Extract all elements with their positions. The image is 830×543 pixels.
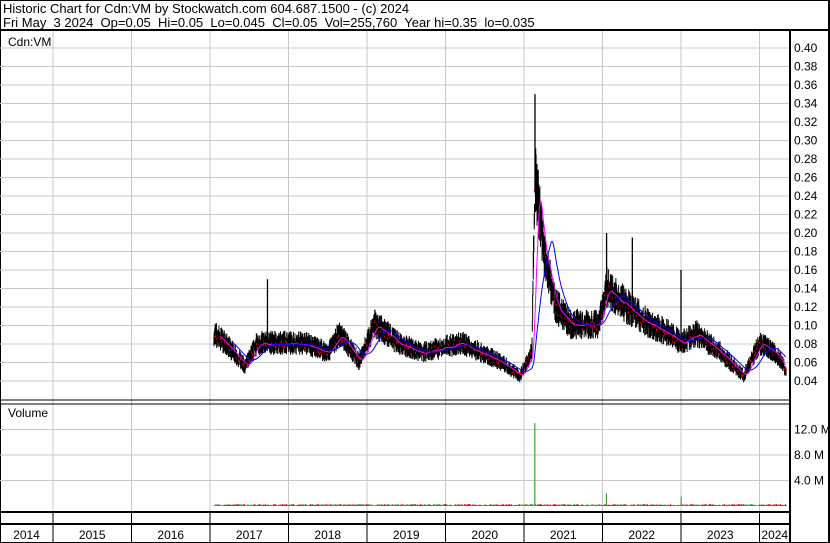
price-tick-label: 0.28 — [794, 152, 818, 166]
year-label: 2014 — [13, 528, 40, 542]
year-label: 2017 — [236, 528, 263, 542]
price-tick-label: 0.26 — [794, 171, 818, 185]
year-label: 2018 — [314, 528, 341, 542]
price-tick-label: 0.06 — [794, 356, 818, 370]
price-tick-label: 0.16 — [794, 263, 818, 277]
outer-frame — [0, 0, 830, 543]
price-tick-label: 0.20 — [794, 226, 818, 240]
price-tick-label: 0.38 — [794, 60, 818, 74]
price-tick-label: 0.40 — [794, 41, 818, 55]
chart-window: Historic Chart for Cdn:VM by Stockwatch.… — [0, 0, 830, 543]
price-tick-label: 0.14 — [794, 282, 818, 296]
price-tick-label: 0.10 — [794, 319, 818, 333]
price-tick-label: 0.30 — [794, 134, 818, 148]
volume-label: Volume — [8, 406, 48, 420]
price-tick-label: 0.34 — [794, 97, 818, 111]
year-label: 2021 — [550, 528, 577, 542]
year-label: 2023 — [707, 528, 734, 542]
price-tick-label: 0.08 — [794, 337, 818, 351]
year-label: 2020 — [471, 528, 498, 542]
symbol-label: Cdn:VM — [8, 35, 51, 49]
price-volume-chart: 0.40 0.38 0.36 0.34 0.32 0.30 0.28 0.26 0.24 0.22… — [0, 0, 830, 543]
volume-tick-label: 8.0 M — [794, 448, 824, 462]
year-label: 2016 — [157, 528, 184, 542]
price-tick-label: 0.36 — [794, 78, 818, 92]
year-label: 2022 — [628, 528, 655, 542]
year-label: 2024 — [761, 528, 788, 542]
volume-tick-label: 4.0 M — [794, 474, 824, 488]
year-label: 2015 — [79, 528, 106, 542]
price-tick-label: 0.24 — [794, 189, 818, 203]
volume-tick-label: 12.0 M — [794, 423, 830, 437]
price-tick-label: 0.04 — [794, 374, 818, 388]
price-tick-label: 0.12 — [794, 300, 818, 314]
year-label: 2019 — [393, 528, 420, 542]
price-tick-label: 0.22 — [794, 208, 818, 222]
price-tick-label: 0.18 — [794, 245, 818, 259]
price-tick-label: 0.32 — [794, 115, 818, 129]
